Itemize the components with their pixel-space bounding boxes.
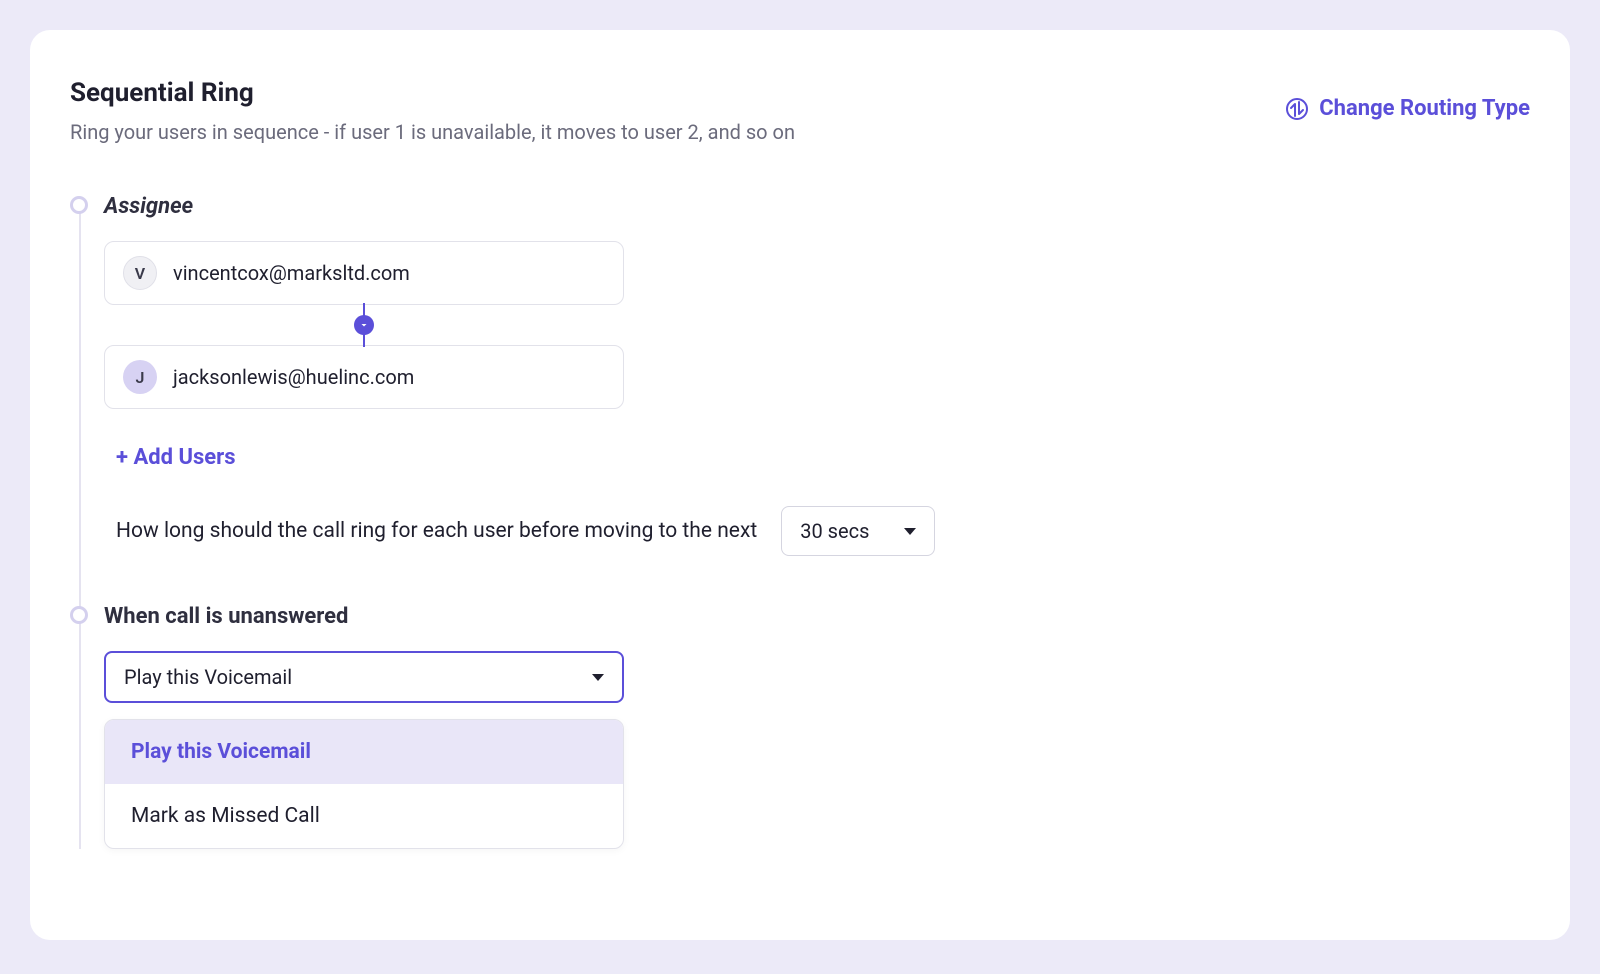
add-users-button[interactable]: + Add Users xyxy=(116,445,1530,470)
change-routing-label: Change Routing Type xyxy=(1319,96,1530,121)
assignee-section: Assignee V vincentcox@marksltd.com J jac… xyxy=(90,194,1530,556)
page-title: Sequential Ring xyxy=(70,78,795,108)
body: Assignee V vincentcox@marksltd.com J jac… xyxy=(70,194,1530,849)
ring-duration-label: How long should the call ring for each u… xyxy=(116,519,757,543)
section-marker xyxy=(70,196,88,214)
user-email: jacksonlewis@huelinc.com xyxy=(173,365,414,389)
avatar: J xyxy=(123,360,157,394)
chevron-down-icon xyxy=(904,528,916,535)
section-marker xyxy=(70,606,88,624)
user-email: vincentcox@marksltd.com xyxy=(173,261,410,285)
header: Sequential Ring Ring your users in seque… xyxy=(70,78,1530,144)
assignee-section-title: Assignee xyxy=(104,194,1530,219)
settings-card: Sequential Ring Ring your users in seque… xyxy=(30,30,1570,940)
unanswered-section-title: When call is unanswered xyxy=(104,604,1530,629)
dropdown-option-voicemail[interactable]: Play this Voicemail xyxy=(105,720,623,784)
unanswered-dropdown: Play this Voicemail Mark as Missed Call xyxy=(104,719,624,849)
user-row[interactable]: J jacksonlewis@huelinc.com xyxy=(104,345,624,409)
user-row[interactable]: V vincentcox@marksltd.com xyxy=(104,241,624,305)
unanswered-action-select[interactable]: Play this Voicemail xyxy=(104,651,624,703)
timeline-line xyxy=(79,200,81,849)
title-block: Sequential Ring Ring your users in seque… xyxy=(70,78,795,144)
chevron-down-icon xyxy=(592,674,604,681)
chevron-down-circle-icon xyxy=(354,315,374,335)
unanswered-selected-value: Play this Voicemail xyxy=(124,665,292,689)
change-routing-button[interactable]: Change Routing Type xyxy=(1285,96,1530,121)
unanswered-section: When call is unanswered Play this Voicem… xyxy=(90,604,1530,849)
swap-icon xyxy=(1285,97,1309,121)
avatar: V xyxy=(123,256,157,290)
ring-duration-row: How long should the call ring for each u… xyxy=(116,506,1530,556)
ring-duration-value: 30 secs xyxy=(800,519,869,543)
ring-duration-select[interactable]: 30 secs xyxy=(781,506,935,556)
user-connector xyxy=(104,305,624,345)
page-subtitle: Ring your users in sequence - if user 1 … xyxy=(70,120,795,144)
dropdown-option-missed-call[interactable]: Mark as Missed Call xyxy=(105,784,623,848)
